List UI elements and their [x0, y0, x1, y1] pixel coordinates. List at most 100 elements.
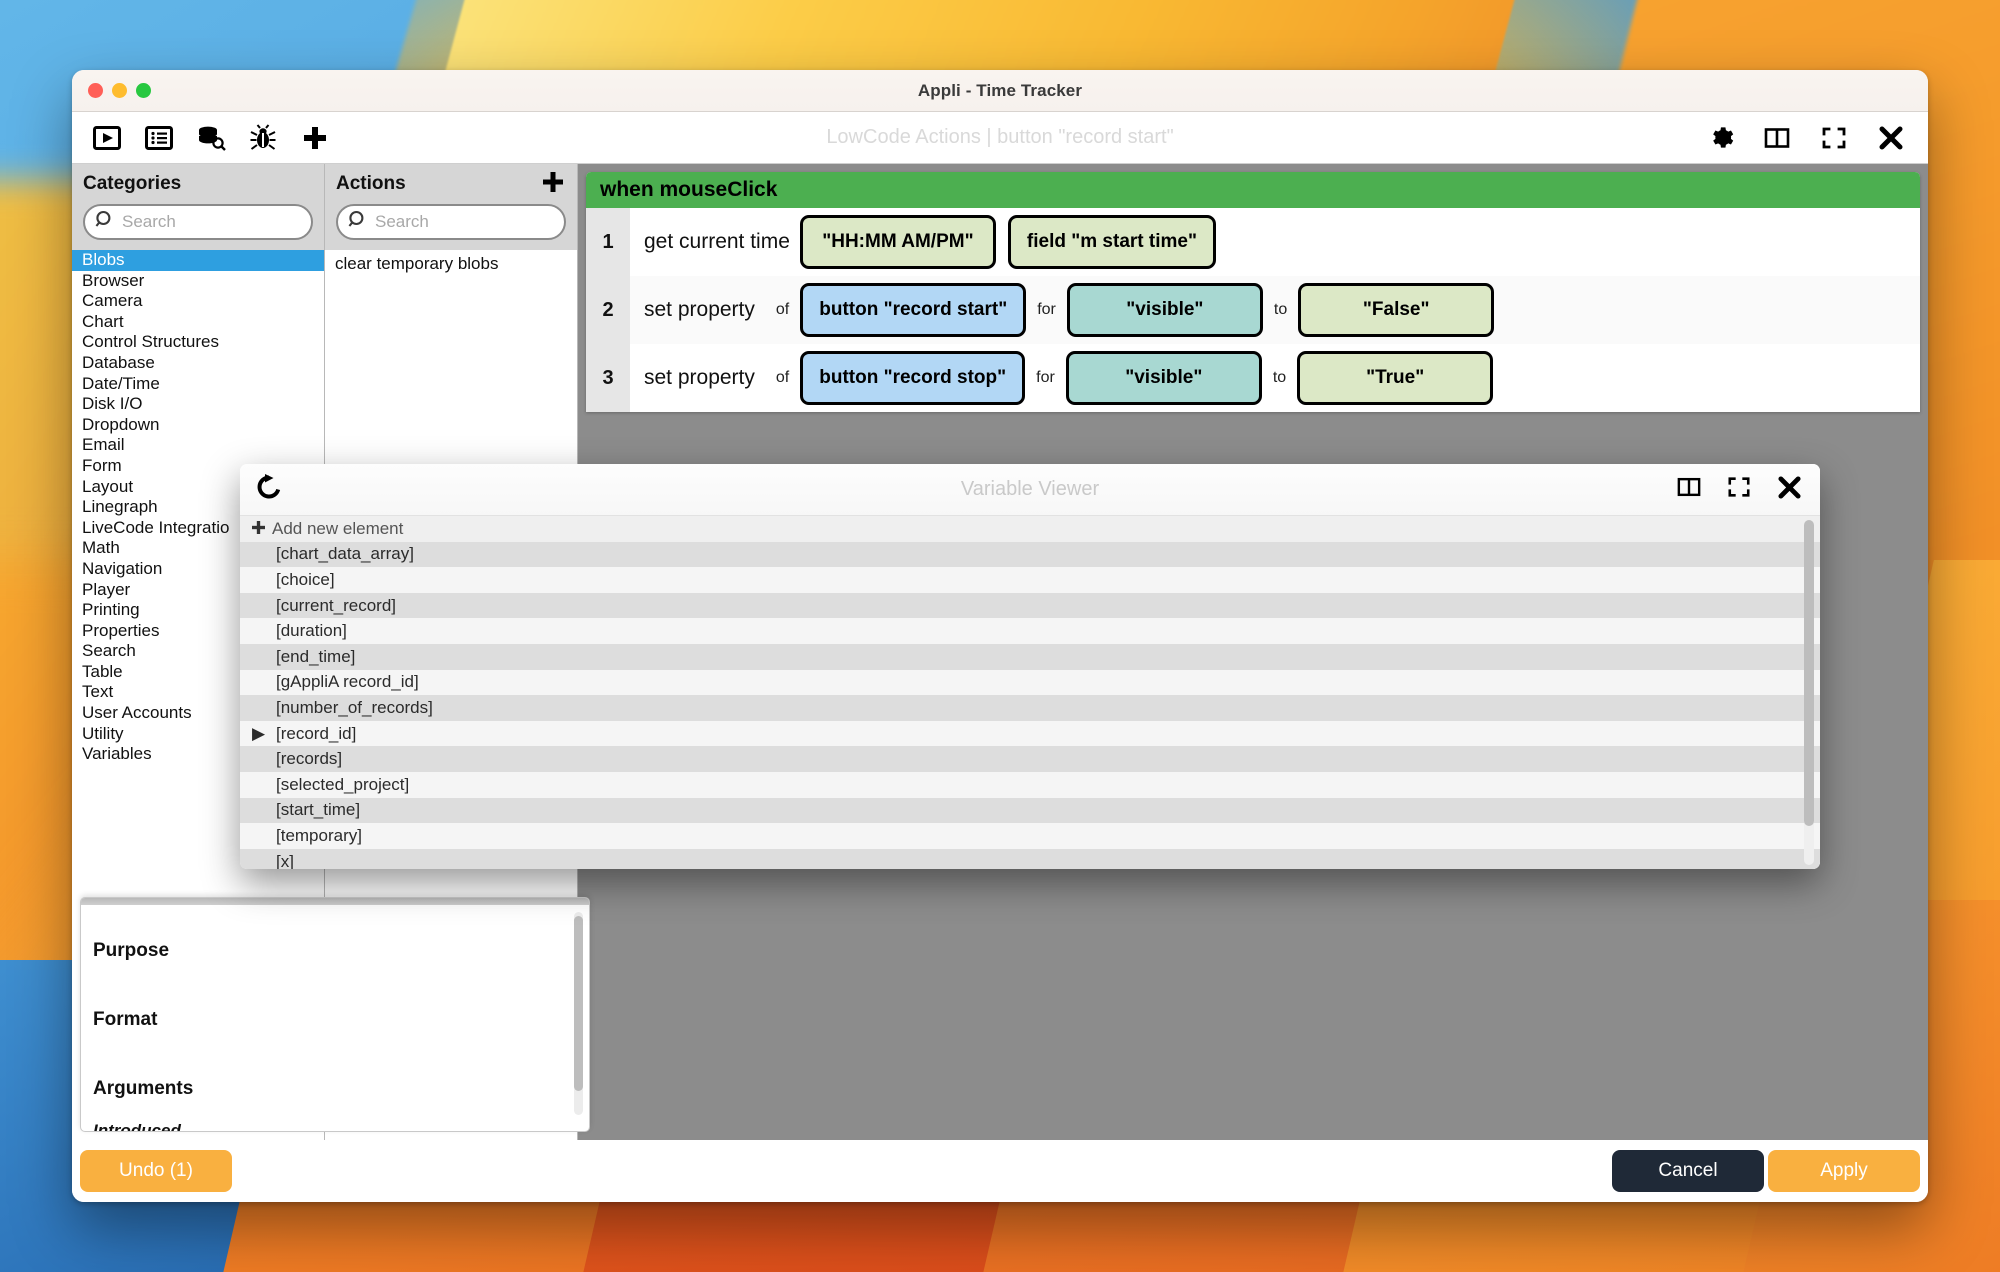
variable-list[interactable]: Add new element [chart_data_array] [choic… — [240, 516, 1820, 869]
documentation-scrollbar[interactable] — [574, 912, 583, 1115]
apply-button[interactable]: Apply — [1768, 1150, 1920, 1192]
introduced-heading: Introduced — [93, 1121, 181, 1132]
script-connector-word: for — [1036, 369, 1055, 386]
script-parameter-chip[interactable]: "HH:MM AM/PM" — [799, 215, 996, 269]
categories-title: Categories — [83, 173, 182, 194]
script-parameter-chip[interactable]: button "record stop" — [800, 351, 1026, 405]
variable-list-scrollbar[interactable] — [1804, 520, 1814, 865]
category-item[interactable]: Browser — [72, 271, 324, 292]
variable-viewer-titlebar: Variable Viewer — [240, 464, 1820, 516]
toolbar-left-group — [92, 123, 330, 153]
variable-name: [start_time] — [276, 800, 361, 820]
category-item[interactable]: Dropdown — [72, 415, 324, 436]
variable-name: [record_id] — [276, 723, 357, 743]
script-parameter-chip[interactable]: "visible" — [1065, 351, 1262, 405]
actions-title: Actions — [336, 173, 406, 194]
variable-name: [records] — [276, 749, 343, 769]
app-toolbar: LowCode Actions | button "record start" — [72, 112, 1928, 164]
actions-search-wrap — [325, 204, 577, 250]
close-icon[interactable] — [1777, 475, 1802, 505]
script-lines: 1 get current time "HH:MM AM/PM" field "m s… — [586, 208, 1920, 412]
window-titlebar: Appli - Time Tracker — [72, 70, 1928, 112]
category-item[interactable]: Control Structures — [72, 332, 324, 353]
add-action-plus-icon[interactable] — [541, 170, 565, 199]
variable-row[interactable]: ▶ [record_id] — [240, 720, 1820, 747]
variable-viewer-window-controls — [1677, 475, 1802, 505]
variable-row[interactable]: [temporary] — [240, 823, 1820, 849]
list-icon[interactable] — [144, 123, 174, 153]
split-panel-icon[interactable] — [1762, 123, 1792, 153]
documentation-content: Purpose Format Arguments Introduced — [81, 898, 589, 1132]
variable-row[interactable]: [x] — [240, 848, 1820, 869]
script-line[interactable]: 3 set property of button "record stop" for "v… — [586, 344, 1920, 412]
actions-search-box[interactable] — [336, 204, 566, 240]
variable-row[interactable]: [chart_data_array] — [240, 541, 1820, 568]
script-parameter-chip[interactable]: button "record start" — [800, 283, 1027, 337]
script-parameter-chip[interactable]: "False" — [1298, 283, 1495, 337]
script-line-keyword[interactable]: set property — [644, 298, 755, 322]
actions-search-input[interactable] — [375, 212, 554, 232]
script-parameter-chip[interactable]: field "m start time" — [1007, 215, 1216, 269]
categories-search-box[interactable] — [83, 204, 313, 240]
script-line[interactable]: 1 get current time "HH:MM AM/PM" field "m s… — [586, 208, 1920, 276]
script-line-body: set property of button "record stop" for "vi… — [630, 344, 1920, 412]
fullscreen-icon[interactable] — [1727, 475, 1751, 504]
variable-name: [selected_project] — [276, 774, 410, 794]
split-panel-icon[interactable] — [1677, 475, 1701, 504]
variable-row[interactable]: [choice] — [240, 567, 1820, 593]
action-item[interactable]: clear temporary blobs — [325, 250, 577, 278]
category-item[interactable]: Email — [72, 435, 324, 456]
handler-header: when mouseClick — [586, 172, 1920, 208]
variable-row[interactable]: [number_of_records] — [240, 695, 1820, 721]
variable-name: [chart_data_array] — [276, 544, 414, 564]
script-line-keyword[interactable]: get current time — [644, 230, 790, 254]
plus-icon[interactable] — [300, 123, 330, 153]
actions-panel-header: Actions — [325, 164, 577, 204]
bug-icon[interactable] — [248, 123, 278, 153]
script-parameter-chip[interactable]: "visible" — [1066, 283, 1263, 337]
gear-icon[interactable] — [1705, 123, 1735, 153]
database-search-icon[interactable] — [196, 123, 226, 153]
variable-viewer-dialog: Variable Viewer Add new element [chart_d… — [240, 464, 1820, 869]
variable-row[interactable]: [duration] — [240, 618, 1820, 644]
expand-triangle-icon[interactable]: ▶ — [252, 724, 276, 744]
variable-name: [choice] — [276, 569, 335, 589]
script-connector-word: of — [775, 369, 790, 386]
cancel-button[interactable]: Cancel — [1612, 1150, 1764, 1192]
variable-row[interactable]: [start_time] — [240, 797, 1820, 824]
category-item[interactable]: Disk I/O — [72, 394, 324, 415]
script-connector-word: to — [1272, 369, 1287, 386]
add-new-element-row[interactable]: Add new element — [240, 516, 1820, 542]
variable-row[interactable]: [end_time] — [240, 643, 1820, 670]
variable-viewer-title: Variable Viewer — [960, 478, 1100, 500]
script-line-keyword[interactable]: set property — [644, 366, 755, 390]
variable-row[interactable]: [selected_project] — [240, 771, 1820, 798]
run-icon[interactable] — [92, 123, 122, 153]
search-icon — [95, 210, 115, 235]
close-icon[interactable] — [1876, 123, 1906, 153]
window-title: Appli - Time Tracker — [917, 80, 1083, 100]
variable-row[interactable]: [records] — [240, 746, 1820, 772]
category-item[interactable]: Camera — [72, 291, 324, 312]
category-item[interactable]: Database — [72, 353, 324, 374]
variable-name: [gAppliA record_id] — [276, 672, 419, 692]
variable-list-scrollbar-thumb[interactable] — [1804, 520, 1814, 826]
variable-row[interactable]: [current_record] — [240, 592, 1820, 619]
script-line[interactable]: 2 set property of button "record start" for "… — [586, 276, 1920, 344]
footer-right-buttons: Cancel Apply — [1612, 1150, 1920, 1192]
undo-button[interactable]: Undo (1) — [80, 1150, 232, 1192]
categories-search-input[interactable] — [122, 212, 301, 232]
variable-name: [current_record] — [276, 595, 396, 615]
script-connector-word: for — [1037, 301, 1056, 318]
variable-name: [x] — [276, 851, 294, 869]
category-item[interactable]: Date/Time — [72, 374, 324, 395]
documentation-scrollbar-thumb[interactable] — [574, 916, 583, 1091]
script-parameter-chip[interactable]: "True" — [1297, 351, 1494, 405]
add-new-element-label: Add new element — [272, 518, 404, 538]
category-item[interactable]: Blobs — [72, 250, 324, 271]
variable-row[interactable]: [gAppliA record_id] — [240, 669, 1820, 696]
fullscreen-icon[interactable] — [1819, 123, 1849, 153]
format-heading: Format — [93, 1009, 158, 1030]
category-item[interactable]: Chart — [72, 312, 324, 333]
footer-bar: Undo (1) Cancel Apply — [72, 1140, 1928, 1202]
